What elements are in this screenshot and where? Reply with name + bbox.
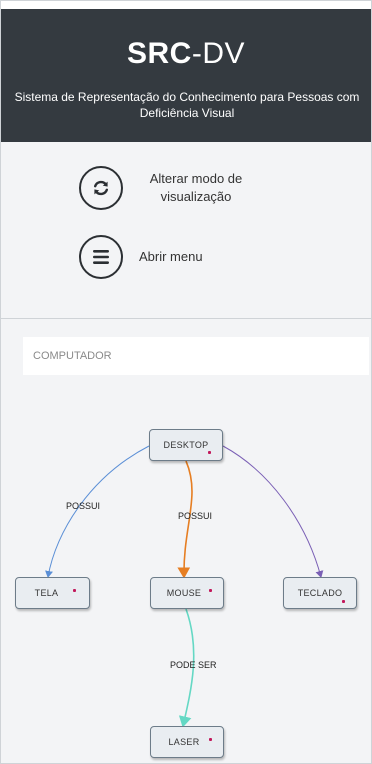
edge-desktop-teclado [222, 445, 324, 578]
hamburger-menu-icon [93, 250, 109, 264]
section-divider [1, 318, 371, 319]
brand-bold: SRC [126, 37, 192, 70]
top-strip [1, 1, 371, 9]
concept-graph: POSSUI POSSUI PODE SER DESKTOP TELA MOUS… [1, 401, 371, 763]
brand-light: -DV [191, 37, 245, 70]
brand-logo: SRC-DV [1, 37, 371, 71]
node-marker [73, 589, 76, 592]
header: SRC-DV Sistema de Representação do Conhe… [1, 9, 371, 142]
refresh-icon [94, 180, 108, 196]
node-marker [209, 738, 212, 741]
search-input[interactable] [23, 337, 369, 375]
edge-label-tela: POSSUI [66, 501, 100, 511]
node-marker [342, 600, 345, 603]
node-desktop[interactable]: DESKTOP [149, 429, 223, 461]
open-menu-label[interactable]: Abrir menu [139, 248, 203, 266]
node-teclado-label: TECLADO [297, 588, 343, 598]
edge-desktop-tela [45, 445, 150, 578]
node-desktop-label: DESKTOP [163, 440, 209, 450]
edge-label-laser: PODE SER [170, 660, 217, 670]
node-marker [208, 451, 211, 454]
app-frame: SRC-DV Sistema de Representação do Conhe… [0, 0, 372, 764]
node-laser-label: LASER [168, 737, 200, 747]
open-menu-circle[interactable] [79, 235, 123, 279]
node-tela[interactable]: TELA [15, 577, 90, 609]
node-tela-label: TELA [34, 588, 59, 598]
header-subtitle: Sistema de Representação do Conhecimento… [14, 90, 360, 120]
open-menu-button[interactable]: Abrir menu [79, 235, 203, 279]
toggle-view-button[interactable]: Alterar modo de visualização [79, 166, 251, 210]
node-laser[interactable]: LASER [150, 726, 224, 758]
toggle-view-circle[interactable] [79, 166, 123, 210]
node-mouse[interactable]: MOUSE [150, 577, 224, 609]
edge-label-mouse: POSSUI [178, 511, 212, 521]
node-mouse-label: MOUSE [166, 588, 202, 598]
node-marker [209, 589, 212, 592]
toggle-view-label[interactable]: Alterar modo de visualização [141, 170, 251, 206]
node-teclado[interactable]: TECLADO [283, 577, 357, 609]
